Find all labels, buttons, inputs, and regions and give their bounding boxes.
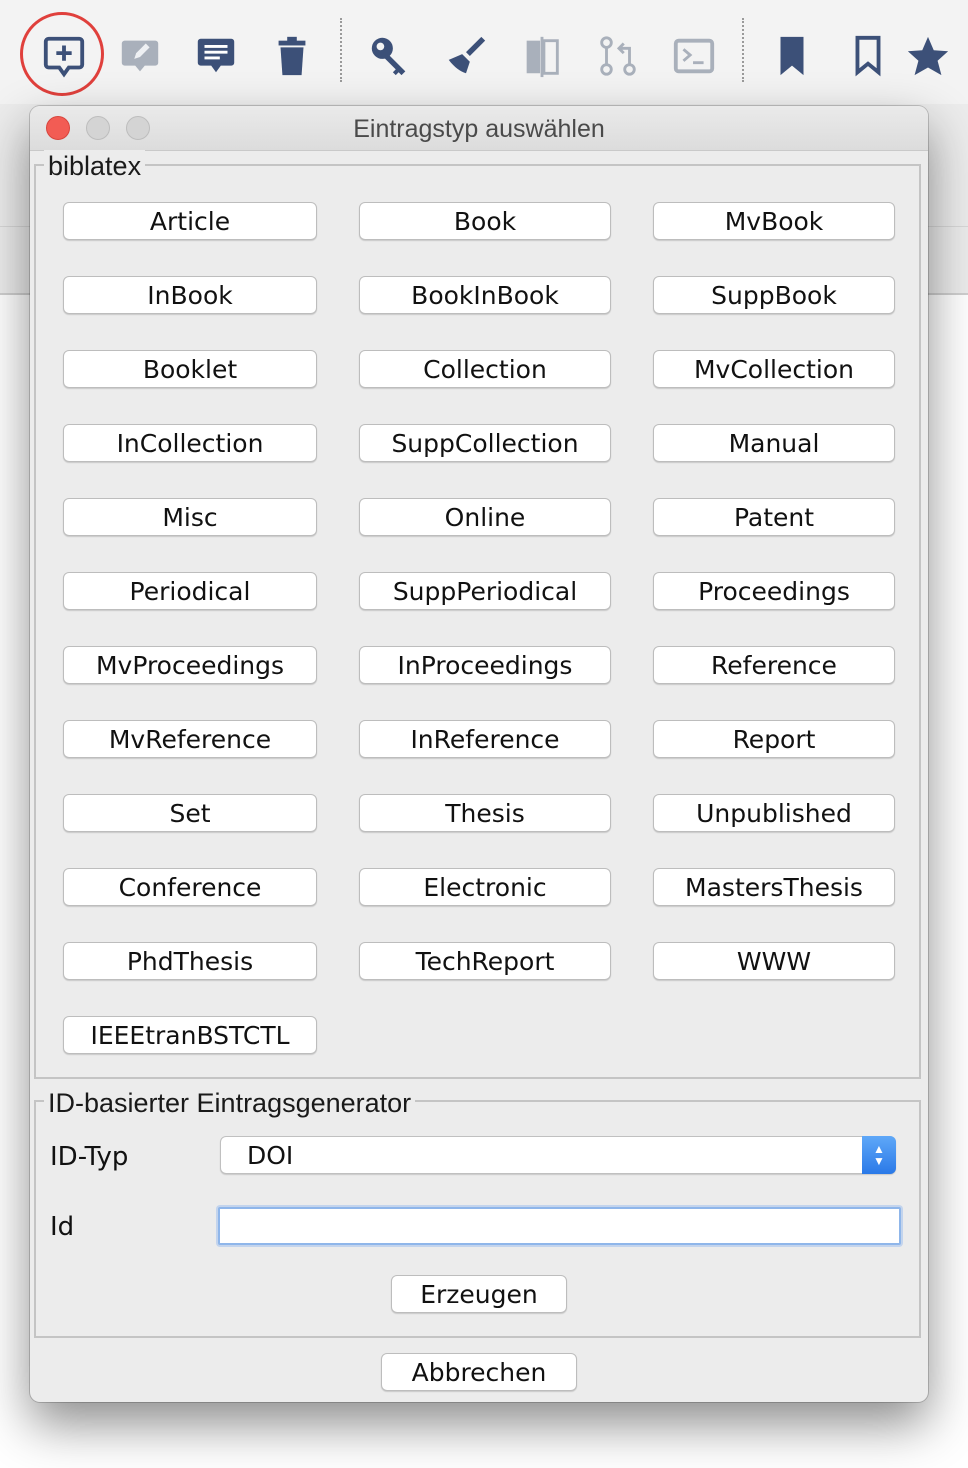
star-icon[interactable] — [900, 28, 956, 84]
entry-type-button-mvproceedings[interactable]: MvProceedings — [63, 646, 317, 684]
entry-type-button-book[interactable]: Book — [359, 202, 611, 240]
entry-type-button-techreport[interactable]: TechReport — [359, 942, 611, 980]
bookmark-outline-icon[interactable] — [840, 28, 896, 84]
bookmark-filled-icon[interactable] — [764, 28, 820, 84]
entry-type-button-patent[interactable]: Patent — [653, 498, 895, 536]
entry-type-button-inreference[interactable]: InReference — [359, 720, 611, 758]
dialog-title: Eintragstyp auswählen — [353, 115, 605, 143]
toolbar-separator — [742, 18, 744, 82]
entry-type-button-electronic[interactable]: Electronic — [359, 868, 611, 906]
id-generator-group-legend: ID-basierter Eintragsgenerator — [44, 1087, 416, 1119]
delete-icon[interactable] — [264, 28, 320, 84]
entry-type-button-mastersthesis[interactable]: MastersThesis — [653, 868, 895, 906]
entry-type-dialog: Eintragstyp auswählen biblatex Article Bo… — [30, 106, 928, 1402]
toolbar-separator — [340, 18, 342, 82]
id-label: Id — [50, 1212, 75, 1242]
merge-icon[interactable] — [514, 28, 570, 84]
entry-type-button-mvcollection[interactable]: MvCollection — [653, 350, 895, 388]
entry-type-button-inproceedings[interactable]: InProceedings — [359, 646, 611, 684]
entry-type-button-suppperiodical[interactable]: SuppPeriodical — [359, 572, 611, 610]
notes-icon[interactable] — [188, 28, 244, 84]
entry-type-button-bookinbook[interactable]: BookInBook — [359, 276, 611, 314]
id-type-select[interactable]: DOI ▲ ▼ — [220, 1136, 896, 1174]
biblatex-group-legend: biblatex — [44, 150, 146, 182]
entry-type-button-unpublished[interactable]: Unpublished — [653, 794, 895, 832]
entry-type-button-suppbook[interactable]: SuppBook — [653, 276, 895, 314]
entry-type-button-mvreference[interactable]: MvReference — [63, 720, 317, 758]
select-updown-icon[interactable]: ▲ ▼ — [862, 1136, 896, 1174]
entry-type-button-periodical[interactable]: Periodical — [63, 572, 317, 610]
entry-type-button-inbook[interactable]: InBook — [63, 276, 317, 314]
entry-type-button-conference[interactable]: Conference — [63, 868, 317, 906]
generate-button[interactable]: Erzeugen — [391, 1275, 567, 1313]
entry-type-button-reference[interactable]: Reference — [653, 646, 895, 684]
entry-type-button-incollection[interactable]: InCollection — [63, 424, 317, 462]
entry-type-button-report[interactable]: Report — [653, 720, 895, 758]
terminal-icon[interactable] — [666, 28, 722, 84]
entry-type-button-set[interactable]: Set — [63, 794, 317, 832]
id-input[interactable] — [218, 1207, 901, 1245]
entry-type-button-article[interactable]: Article — [63, 202, 317, 240]
key-icon[interactable] — [362, 28, 418, 84]
id-type-label: ID-Typ — [50, 1142, 129, 1172]
entry-type-button-manual[interactable]: Manual — [653, 424, 895, 462]
entry-type-button-misc[interactable]: Misc — [63, 498, 317, 536]
entry-type-button-phdthesis[interactable]: PhdThesis — [63, 942, 317, 980]
entry-type-button-booklet[interactable]: Booklet — [63, 350, 317, 388]
entry-type-button-suppcollection[interactable]: SuppCollection — [359, 424, 611, 462]
main-toolbar — [0, 0, 968, 104]
entry-type-button-ieeetranbstctl[interactable]: IEEEtranBSTCTL — [63, 1016, 317, 1054]
entry-type-button-online[interactable]: Online — [359, 498, 611, 536]
pull-request-icon[interactable] — [590, 28, 646, 84]
id-type-selected-value: DOI — [247, 1141, 294, 1170]
entry-type-button-collection[interactable]: Collection — [359, 350, 611, 388]
entry-type-button-www[interactable]: WWW — [653, 942, 895, 980]
new-entry-icon[interactable] — [36, 28, 92, 84]
entry-type-button-proceedings[interactable]: Proceedings — [653, 572, 895, 610]
entry-type-button-mvbook[interactable]: MvBook — [653, 202, 895, 240]
entry-type-button-thesis[interactable]: Thesis — [359, 794, 611, 832]
cleanup-broom-icon[interactable] — [438, 28, 494, 84]
cancel-button[interactable]: Abbrechen — [381, 1353, 577, 1391]
edit-entry-icon[interactable] — [112, 28, 168, 84]
dialog-titlebar: Eintragstyp auswählen — [30, 106, 928, 151]
